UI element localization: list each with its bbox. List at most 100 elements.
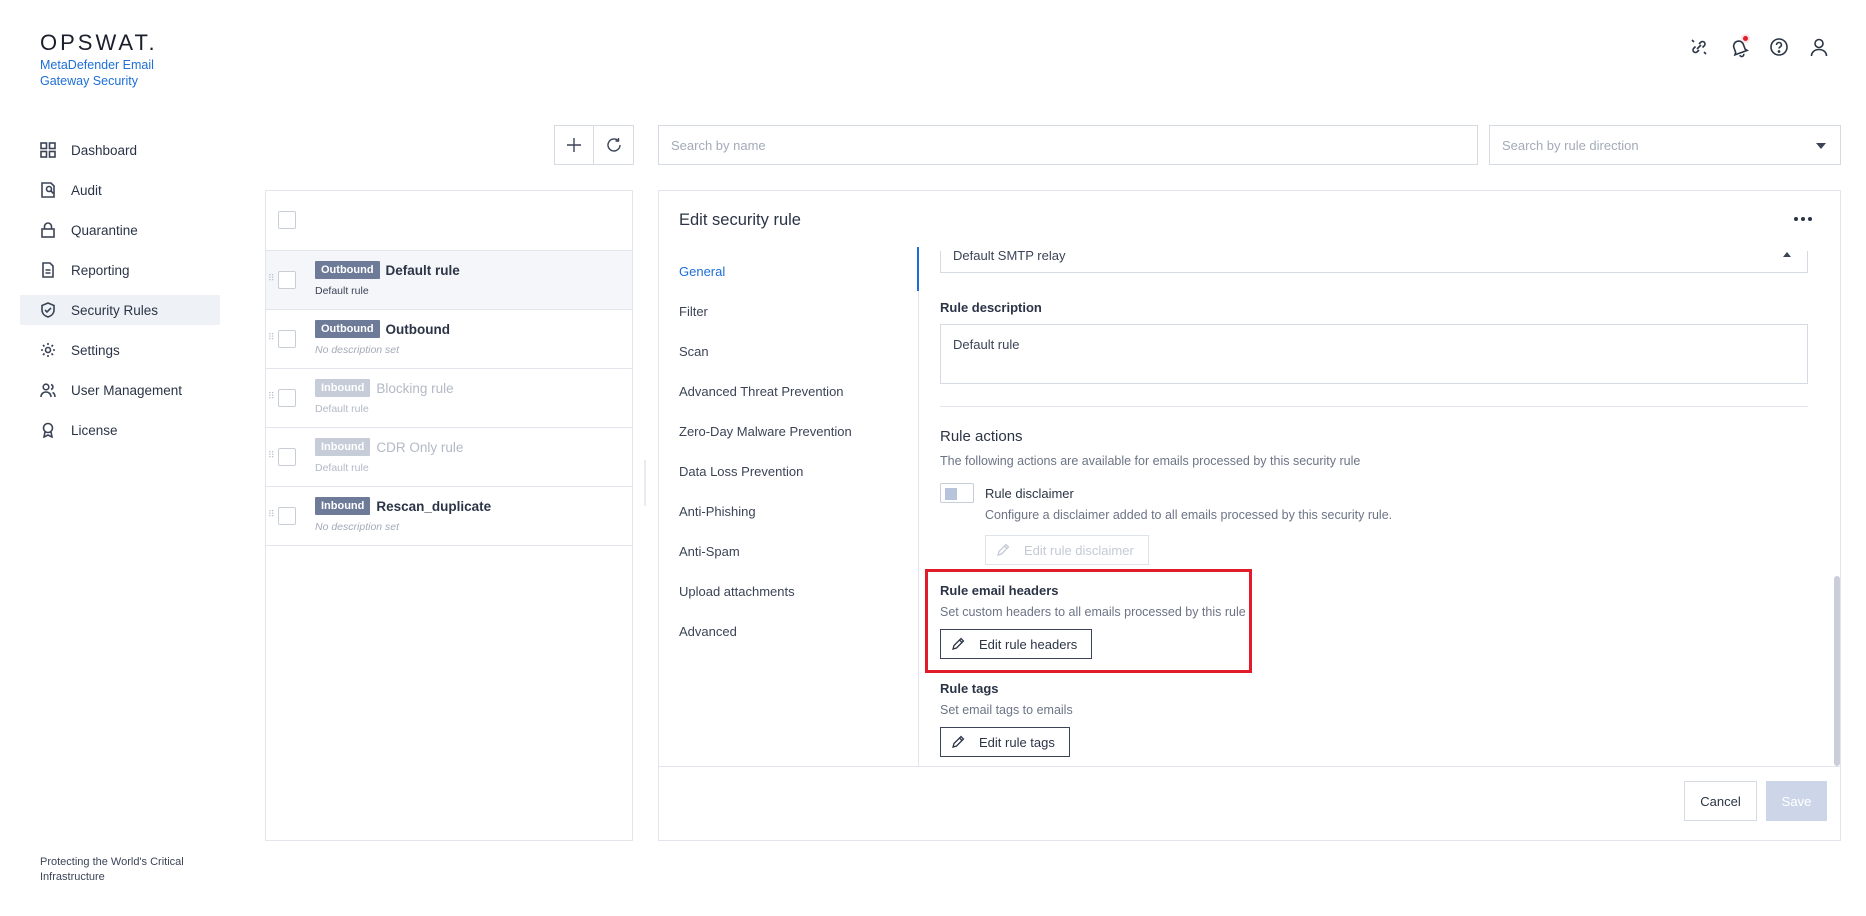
rule-list-header	[266, 191, 632, 251]
nav-label: Reporting	[71, 262, 130, 278]
rule-checkbox[interactable]	[278, 507, 296, 525]
drag-handle-icon[interactable]: ⠿	[268, 392, 276, 404]
caret-down-icon	[1816, 143, 1826, 149]
rule-description-textarea[interactable]: Default rule	[940, 324, 1808, 384]
edit-rule-tags-button[interactable]: Edit rule tags	[940, 727, 1070, 757]
help-icon[interactable]	[1768, 36, 1790, 58]
rule-direction-select[interactable]: Search by rule direction	[1489, 125, 1841, 165]
nav-item-audit[interactable]: Audit	[20, 175, 220, 205]
rule-disclaimer-subtitle: Configure a disclaimer added to all emai…	[985, 508, 1393, 522]
rule-checkbox[interactable]	[278, 330, 296, 348]
tab-advanced-threat-prevention[interactable]: Advanced Threat Prevention	[659, 371, 918, 411]
users-icon	[40, 382, 56, 398]
scrollbar-thumb[interactable]	[1834, 576, 1840, 766]
drag-handle-icon[interactable]: ⠿	[268, 451, 276, 463]
add-rule-button[interactable]	[554, 125, 594, 165]
nav-label: Security Rules	[71, 302, 159, 318]
more-options-icon[interactable]	[1794, 217, 1812, 221]
select-all-checkbox[interactable]	[278, 211, 296, 229]
report-icon	[40, 262, 56, 278]
search-by-name-input[interactable]	[658, 125, 1478, 165]
edit-rule-disclaimer-button[interactable]: Edit rule disclaimer	[985, 535, 1149, 565]
rule-email-headers-title: Rule email headers	[940, 583, 1059, 598]
rule-email-headers-subtitle: Set custom headers to all emails process…	[940, 605, 1246, 619]
editor-tabs: General Filter Scan Advanced Threat Prev…	[659, 247, 919, 766]
tab-scan[interactable]: Scan	[659, 331, 918, 371]
rule-disclaimer-title: Rule disclaimer	[985, 486, 1074, 501]
unlink-icon[interactable]	[1688, 36, 1710, 58]
button-label: Edit rule headers	[979, 636, 1078, 652]
general-tab-content: Default SMTP relay Rule description Defa…	[920, 251, 1840, 766]
rule-checkbox[interactable]	[278, 448, 296, 466]
nav-item-user-management[interactable]: User Management	[20, 375, 220, 405]
rule-name: Default rule	[385, 262, 460, 278]
rule-direction-placeholder: Search by rule direction	[1502, 137, 1639, 153]
edit-rule-panel: Edit security rule General Filter Scan A…	[658, 190, 1841, 841]
tab-advanced[interactable]: Advanced	[659, 611, 918, 651]
header-actions	[1688, 34, 1830, 58]
nav-label: Audit	[71, 182, 102, 198]
nav-label: User Management	[71, 382, 183, 398]
drag-handle-icon[interactable]: ⠿	[268, 274, 276, 286]
rule-row[interactable]: ⠿ Outbound Default rule Default rule	[266, 251, 632, 310]
rule-disclaimer-toggle[interactable]	[940, 483, 974, 503]
direction-badge: Outbound	[315, 261, 380, 279]
rule-tags-title: Rule tags	[940, 681, 999, 696]
rule-name: Rescan_duplicate	[376, 498, 492, 514]
nav-item-quarantine[interactable]: Quarantine	[20, 215, 220, 245]
opswat-logo[interactable]: OPSWAT.	[40, 30, 158, 56]
product-name: MetaDefender Email Gateway Security	[40, 58, 154, 88]
content-scrollbar[interactable]	[1832, 251, 1840, 766]
rule-checkbox[interactable]	[278, 389, 296, 407]
rule-description: Default rule	[315, 462, 369, 474]
drag-handle-icon[interactable]: ⠿	[268, 333, 276, 345]
refresh-button[interactable]	[594, 125, 634, 165]
nav-item-dashboard[interactable]: Dashboard	[20, 135, 220, 165]
direction-badge: Outbound	[315, 320, 380, 338]
rule-description: Default rule	[315, 403, 369, 415]
tab-filter[interactable]: Filter	[659, 291, 918, 331]
notification-dot	[1741, 34, 1750, 43]
tab-anti-phishing[interactable]: Anti-Phishing	[659, 491, 918, 531]
rule-row[interactable]: ⠿ Inbound Rescan_duplicate No descriptio…	[266, 487, 632, 546]
rule-row[interactable]: ⠿ Outbound Outbound No description set	[266, 310, 632, 369]
panel-resize-handle[interactable]	[644, 460, 646, 506]
nav-item-license[interactable]: License	[20, 415, 220, 445]
direction-badge: Inbound	[315, 379, 371, 397]
button-label: Edit rule disclaimer	[1024, 542, 1134, 558]
dashboard-icon	[40, 142, 56, 158]
cancel-button[interactable]: Cancel	[1684, 781, 1757, 821]
rule-row[interactable]: ⠿ Inbound CDR Only rule Default rule	[266, 428, 632, 487]
direction-badge: Inbound	[315, 438, 371, 456]
shield-check-icon	[40, 302, 56, 318]
edit-rule-headers-button[interactable]: Edit rule headers	[940, 629, 1093, 659]
tab-zero-day-malware-prevention[interactable]: Zero-Day Malware Prevention	[659, 411, 918, 451]
tab-data-loss-prevention[interactable]: Data Loss Prevention	[659, 451, 918, 491]
license-icon	[40, 422, 56, 438]
button-label: Edit rule tags	[979, 734, 1055, 750]
pencil-icon	[996, 543, 1010, 557]
user-icon[interactable]	[1808, 36, 1830, 58]
pencil-icon	[951, 735, 965, 749]
rule-list: ⠿ Outbound Default rule Default rule ⠿ O…	[265, 190, 633, 841]
footer-tagline: Protecting the World's Critical Infrastr…	[40, 856, 184, 883]
drag-handle-icon[interactable]: ⠿	[268, 510, 276, 522]
notification-bell-icon[interactable]	[1728, 34, 1750, 58]
save-button[interactable]: Save	[1766, 781, 1827, 821]
rule-row[interactable]: ⠿ Inbound Blocking rule Default rule	[266, 369, 632, 428]
refresh-icon	[606, 137, 622, 153]
rule-description: Default rule	[315, 285, 369, 297]
tab-upload-attachments[interactable]: Upload attachments	[659, 571, 918, 611]
nav-item-reporting[interactable]: Reporting	[20, 255, 220, 285]
sidebar: OPSWAT. MetaDefender Email Gateway Secur…	[0, 0, 240, 916]
smtp-relay-select[interactable]: Default SMTP relay	[940, 251, 1808, 273]
main-nav: Dashboard Audit Quarantine Reporting Sec…	[20, 135, 220, 455]
rule-description: No description set	[315, 344, 400, 356]
smtp-relay-value: Default SMTP relay	[953, 251, 1066, 263]
nav-item-settings[interactable]: Settings	[20, 335, 220, 365]
tab-general[interactable]: General	[659, 247, 919, 291]
nav-item-security-rules[interactable]: Security Rules	[20, 295, 220, 325]
rule-checkbox[interactable]	[278, 271, 296, 289]
rule-name: Blocking rule	[376, 380, 454, 396]
tab-anti-spam[interactable]: Anti-Spam	[659, 531, 918, 571]
